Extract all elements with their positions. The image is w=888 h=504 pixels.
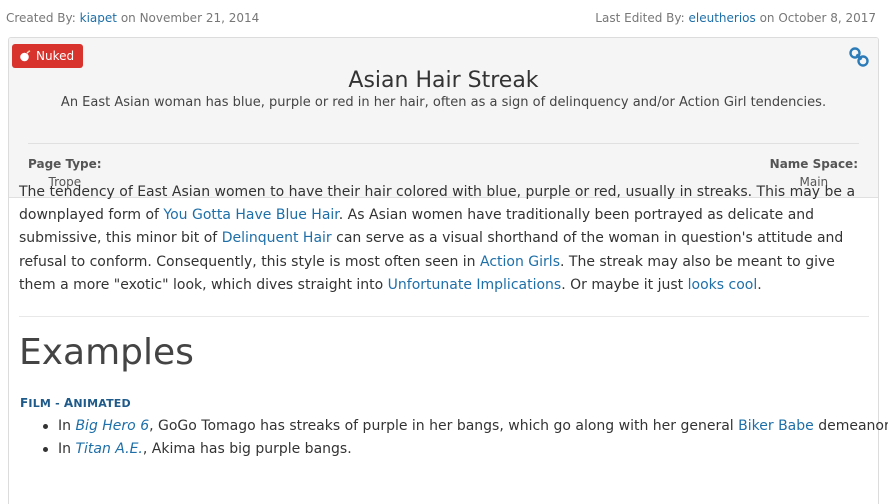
list-item: In Titan A.E., Akima has big purple bang… [40,438,860,461]
page-title: Asian Hair Streak [348,68,539,93]
page-meta-bar: Created By: kiapet on November 21, 2014 … [0,0,888,36]
last-edited-info: Last Edited By: eleutherios on October 8… [595,11,876,25]
folder-letters: NIMATED [73,397,131,410]
link-delinquent-hair[interactable]: Delinquent Hair [222,230,332,246]
header-divider [28,143,859,144]
folder-letter: A [63,396,74,410]
last-edited-date: on October 8, 2017 [759,11,876,25]
link-biker-babe[interactable]: Biker Babe [738,418,814,434]
link-you-gotta-have-blue-hair[interactable]: You Gotta Have Blue Hair [163,207,338,223]
examples-heading: Examples [19,332,194,373]
link-action-girls[interactable]: Action Girls [480,254,560,270]
last-edited-label: Last Edited By: [595,11,685,25]
item-text: demeanor. [813,418,888,434]
chain-link-icon[interactable] [848,46,870,68]
created-by-user-link[interactable]: kiapet [80,11,117,25]
folder-film-animated[interactable]: FILM - ANIMATED [20,396,131,410]
folder-dash: - [51,397,64,410]
page-type-label: Page Type: [28,157,102,171]
list-item: In Big Hero 6, GoGo Tomago has streaks o… [40,415,888,438]
trope-description: The tendency of East Asian women to have… [19,181,859,297]
work-link-titan-ae[interactable]: Titan A.E. [75,441,142,457]
created-by-info: Created By: kiapet on November 21, 2014 [6,11,259,25]
created-on-date: on November 21, 2014 [120,11,260,25]
name-space-label: Name Space: [769,157,858,171]
work-title: Titan A.E. [75,441,143,457]
item-text: In [58,441,76,457]
work-link-big-hero-6[interactable]: Big Hero 6 [75,418,149,434]
work-title: Big Hero 6 [75,418,150,434]
nuked-badge: Nuked [12,44,84,68]
examples-list: In Big Hero 6, GoGo Tomago has streaks o… [40,415,888,461]
created-by-label: Created By: [6,11,76,25]
desc-text-5: . Or maybe it just [561,276,688,293]
badge-label: Nuked [36,49,75,63]
item-text: , GoGo Tomago has streaks of purple in h… [149,418,739,434]
folder-letters: ILM [28,397,52,410]
page-subtitle: An East Asian woman has blue, purple or … [60,95,827,110]
last-edited-user-link[interactable]: eleutherios [689,11,756,25]
trope-header: Nuked Asian Hair Streak An East Asian wo… [9,38,878,198]
link-looks-cool[interactable]: looks cool [688,277,758,293]
bomb-icon [20,50,31,62]
item-text: In [58,418,76,434]
item-text: , Akima has big purple bangs. [142,441,352,457]
link-unfortunate-implications[interactable]: Unfortunate Implications [388,277,562,293]
body-divider [19,316,869,317]
desc-text-6: . [757,276,762,293]
